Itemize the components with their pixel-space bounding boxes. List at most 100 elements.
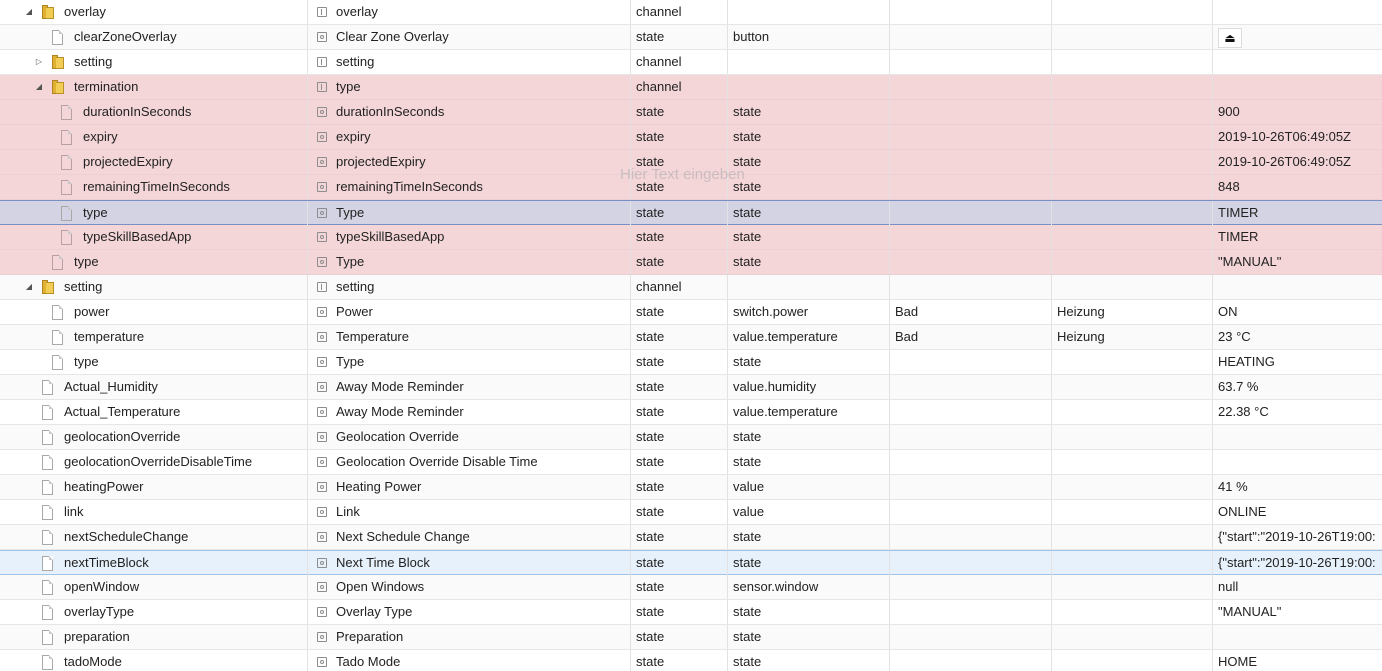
room-cell[interactable] (890, 575, 1052, 599)
tree-row-type[interactable]: type Type state state HEATING (0, 350, 1382, 375)
room-cell[interactable] (890, 100, 1052, 124)
value-cell[interactable] (1213, 0, 1382, 24)
value-cell[interactable]: {"start":"2019-10-26T19:00: (1213, 551, 1382, 575)
role-cell[interactable]: switch.power (728, 300, 890, 324)
value-cell[interactable]: 41 % (1213, 475, 1382, 499)
room-cell[interactable] (890, 125, 1052, 149)
name-cell[interactable]: Tado Mode (308, 650, 631, 671)
function-cell[interactable] (1052, 25, 1213, 49)
tree-row-projectedExpiry[interactable]: projectedExpiry projectedExpiry state state… (0, 150, 1382, 175)
function-cell[interactable] (1052, 75, 1213, 99)
room-cell[interactable] (890, 650, 1052, 671)
tree-row-type[interactable]: type Type state state "MANUAL" (0, 250, 1382, 275)
function-cell[interactable] (1052, 275, 1213, 299)
function-cell[interactable] (1052, 350, 1213, 374)
name-cell[interactable]: typeSkillBasedApp (308, 225, 631, 249)
collapse-toggle-icon[interactable]: ◢ (33, 75, 45, 99)
name-cell[interactable]: Power (308, 300, 631, 324)
room-cell[interactable] (890, 525, 1052, 549)
value-cell[interactable]: TIMER (1213, 225, 1382, 249)
tree-row-nextTimeBlock[interactable]: nextTimeBlock Next Time Block state state {"… (0, 550, 1382, 575)
value-cell[interactable]: HOME (1213, 650, 1382, 671)
function-cell[interactable]: Heizung (1052, 325, 1213, 349)
tree-row-overlayType[interactable]: overlayType Overlay Type state state "MANUAL… (0, 600, 1382, 625)
name-cell[interactable]: Away Mode Reminder (308, 375, 631, 399)
room-cell[interactable] (890, 551, 1052, 575)
name-cell[interactable]: Link (308, 500, 631, 524)
tree-row-type[interactable]: type Type state state TIMER (0, 200, 1382, 225)
role-cell[interactable]: state (728, 425, 890, 449)
role-cell[interactable] (728, 50, 890, 74)
room-cell[interactable] (890, 75, 1052, 99)
room-cell[interactable] (890, 150, 1052, 174)
role-cell[interactable] (728, 75, 890, 99)
name-cell[interactable]: Open Windows (308, 575, 631, 599)
tree-row-clearZoneOverlay[interactable]: clearZoneOverlay Clear Zone Overlay state b… (0, 25, 1382, 50)
value-cell[interactable] (1213, 50, 1382, 74)
name-cell[interactable]: Overlay Type (308, 600, 631, 624)
function-cell[interactable]: Heizung (1052, 300, 1213, 324)
name-cell[interactable]: projectedExpiry (308, 150, 631, 174)
role-cell[interactable]: sensor.window (728, 575, 890, 599)
role-cell[interactable]: value.humidity (728, 375, 890, 399)
role-cell[interactable]: state (728, 625, 890, 649)
tree-row-remainingTimeInSeconds[interactable]: remainingTimeInSeconds remainingTimeInSec… (0, 175, 1382, 200)
function-cell[interactable] (1052, 250, 1213, 274)
tree-row-expiry[interactable]: expiry expiry state state 2019-10-26T06:49:0… (0, 125, 1382, 150)
name-cell[interactable]: Clear Zone Overlay (308, 25, 631, 49)
value-cell[interactable]: 2019-10-26T06:49:05Z (1213, 125, 1382, 149)
tree-row-durationInSeconds[interactable]: durationInSeconds durationInSeconds state s… (0, 100, 1382, 125)
tree-row-openWindow[interactable]: openWindow Open Windows state sensor.window… (0, 575, 1382, 600)
role-cell[interactable]: value.temperature (728, 400, 890, 424)
name-cell[interactable]: Next Time Block (308, 551, 631, 575)
function-cell[interactable] (1052, 100, 1213, 124)
room-cell[interactable] (890, 475, 1052, 499)
room-cell[interactable] (890, 50, 1052, 74)
function-cell[interactable] (1052, 150, 1213, 174)
value-cell[interactable] (1213, 75, 1382, 99)
role-cell[interactable]: state (728, 150, 890, 174)
role-cell[interactable]: state (728, 250, 890, 274)
function-cell[interactable] (1052, 375, 1213, 399)
value-cell[interactable]: TIMER (1213, 201, 1382, 225)
name-cell[interactable]: Geolocation Override (308, 425, 631, 449)
function-cell[interactable] (1052, 425, 1213, 449)
role-cell[interactable]: state (728, 350, 890, 374)
value-cell[interactable]: {"start":"2019-10-26T19:00: (1213, 525, 1382, 549)
role-cell[interactable]: state (728, 450, 890, 474)
tree-row-setting[interactable]: ▷ setting setting channel (0, 50, 1382, 75)
function-cell[interactable] (1052, 400, 1213, 424)
value-cell[interactable]: 2019-10-26T06:49:05Z (1213, 150, 1382, 174)
function-cell[interactable] (1052, 0, 1213, 24)
name-cell[interactable]: Preparation (308, 625, 631, 649)
function-cell[interactable] (1052, 625, 1213, 649)
name-cell[interactable]: Type (308, 350, 631, 374)
value-cell[interactable]: 23 °C (1213, 325, 1382, 349)
role-cell[interactable] (728, 0, 890, 24)
name-cell[interactable]: type (308, 75, 631, 99)
role-cell[interactable]: state (728, 551, 890, 575)
function-cell[interactable] (1052, 225, 1213, 249)
value-cell[interactable]: ON (1213, 300, 1382, 324)
value-cell[interactable] (1213, 425, 1382, 449)
value-cell[interactable]: 63.7 % (1213, 375, 1382, 399)
name-cell[interactable]: Heating Power (308, 475, 631, 499)
role-cell[interactable]: state (728, 201, 890, 225)
tree-row-overlay[interactable]: ◢ overlay overlay channel (0, 0, 1382, 25)
value-cell[interactable]: 22.38 °C (1213, 400, 1382, 424)
name-cell[interactable]: Away Mode Reminder (308, 400, 631, 424)
tree-row-tadoMode[interactable]: tadoMode Tado Mode state state HOME (0, 650, 1382, 671)
function-cell[interactable] (1052, 450, 1213, 474)
value-cell[interactable]: 848 (1213, 175, 1382, 199)
name-cell[interactable]: Temperature (308, 325, 631, 349)
tree-row-termination[interactable]: ◢ termination type channel (0, 75, 1382, 100)
room-cell[interactable] (890, 425, 1052, 449)
tree-row-heatingPower[interactable]: heatingPower Heating Power state value 41 % (0, 475, 1382, 500)
function-cell[interactable] (1052, 575, 1213, 599)
name-cell[interactable]: durationInSeconds (308, 100, 631, 124)
role-cell[interactable]: state (728, 650, 890, 671)
name-cell[interactable]: Next Schedule Change (308, 525, 631, 549)
room-cell[interactable] (890, 225, 1052, 249)
room-cell[interactable] (890, 350, 1052, 374)
function-cell[interactable] (1052, 525, 1213, 549)
